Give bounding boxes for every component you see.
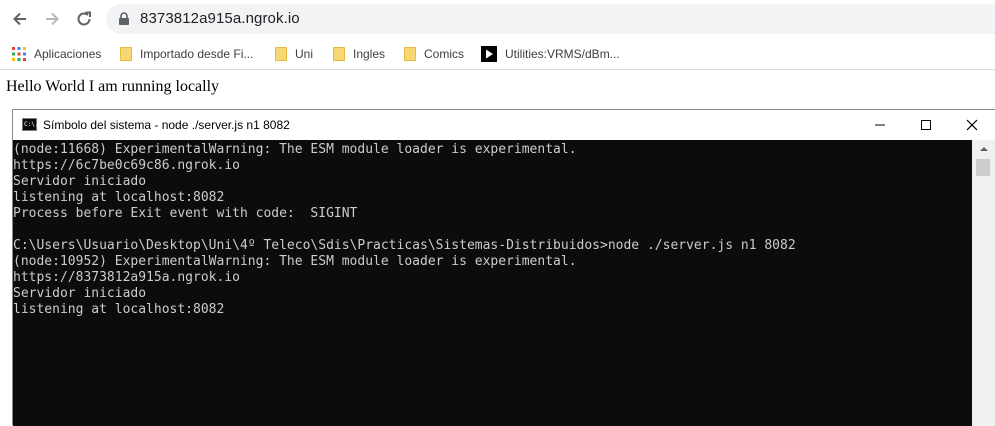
close-button[interactable] xyxy=(949,110,995,140)
bookmark-label: Aplicaciones xyxy=(34,47,102,61)
console-window: C:\. Símbolo del sistema - node ./server… xyxy=(12,109,995,426)
maximize-icon xyxy=(921,120,931,130)
bookmark-uni[interactable]: Uni xyxy=(275,44,313,64)
folder-icon xyxy=(333,47,345,61)
terminal-output[interactable]: (node:11668) ExperimentalWarning: The ES… xyxy=(13,140,972,426)
terminal-line: (node:10952) ExperimentalWarning: The ES… xyxy=(13,254,577,269)
browser-toolbar: 8373812a915a.ngrok.io xyxy=(0,0,995,38)
folder-icon xyxy=(120,47,132,61)
terminal-text: (node:11668) ExperimentalWarning: The ES… xyxy=(13,140,972,318)
back-button[interactable] xyxy=(7,6,33,32)
terminal-line: https://8373812a915a.ngrok.io xyxy=(13,270,240,285)
terminal-line: Servidor iniciado xyxy=(13,174,147,189)
minimize-button[interactable] xyxy=(857,110,903,140)
bookmark-label: Ingles xyxy=(353,47,386,61)
reload-icon xyxy=(77,11,91,26)
bookmark-ingles[interactable]: Ingles xyxy=(333,44,385,64)
terminal-line: https://6c7be0c69c86.ngrok.io xyxy=(13,158,240,173)
lock-icon xyxy=(119,12,129,25)
apps-grid-icon xyxy=(12,47,26,61)
folder-icon xyxy=(404,47,416,61)
bookmark-apps[interactable]: Aplicaciones xyxy=(12,44,101,64)
scroll-up-button[interactable] xyxy=(972,140,995,157)
bookmarks-bar: Aplicaciones Importado desde Fi... Uni I… xyxy=(0,38,995,70)
forward-button[interactable] xyxy=(39,6,65,32)
bookmark-label: Comics xyxy=(424,47,465,61)
arrow-left-icon xyxy=(13,12,26,26)
bookmark-utilities[interactable]: Utilities:VRMS/dBm... xyxy=(481,44,620,64)
terminal-line: C:\Users\Usuario\Desktop\Uni\4º Teleco\S… xyxy=(13,238,796,253)
terminal-line: (node:11668) ExperimentalWarning: The ES… xyxy=(13,142,577,157)
bookmark-comics[interactable]: Comics xyxy=(404,44,464,64)
address-bar[interactable]: 8373812a915a.ngrok.io xyxy=(106,4,995,34)
cmd-icon: C:\. xyxy=(22,118,38,131)
page-body-text: Hello World I am running locally xyxy=(6,78,220,95)
bookmark-label: Utilities:VRMS/dBm... xyxy=(505,47,620,61)
bookmark-importado[interactable]: Importado desde Fi... xyxy=(120,44,253,64)
terminal-line: Process before Exit event with code: SIG… xyxy=(13,206,358,221)
arrow-right-icon xyxy=(46,12,59,26)
maximize-button[interactable] xyxy=(903,110,949,140)
chevron-up-icon xyxy=(979,147,988,151)
terminal-line: listening at localhost:8082 xyxy=(13,302,225,317)
terminal-line: listening at localhost:8082 xyxy=(13,190,225,205)
vertical-scrollbar[interactable] xyxy=(972,140,995,426)
console-title: Símbolo del sistema - node ./server.js n… xyxy=(43,118,290,132)
bookmark-label: Importado desde Fi... xyxy=(140,47,254,61)
reload-button[interactable] xyxy=(71,6,97,32)
bookmark-label: Uni xyxy=(295,47,314,61)
url-text: 8373812a915a.ngrok.io xyxy=(140,10,300,27)
play-icon xyxy=(481,46,497,62)
console-titlebar[interactable]: C:\. Símbolo del sistema - node ./server… xyxy=(13,110,995,140)
terminal-line: Servidor iniciado xyxy=(13,286,147,301)
scroll-thumb[interactable] xyxy=(976,159,990,176)
minimize-icon xyxy=(875,124,885,126)
close-icon xyxy=(966,119,978,131)
folder-icon xyxy=(275,47,287,61)
